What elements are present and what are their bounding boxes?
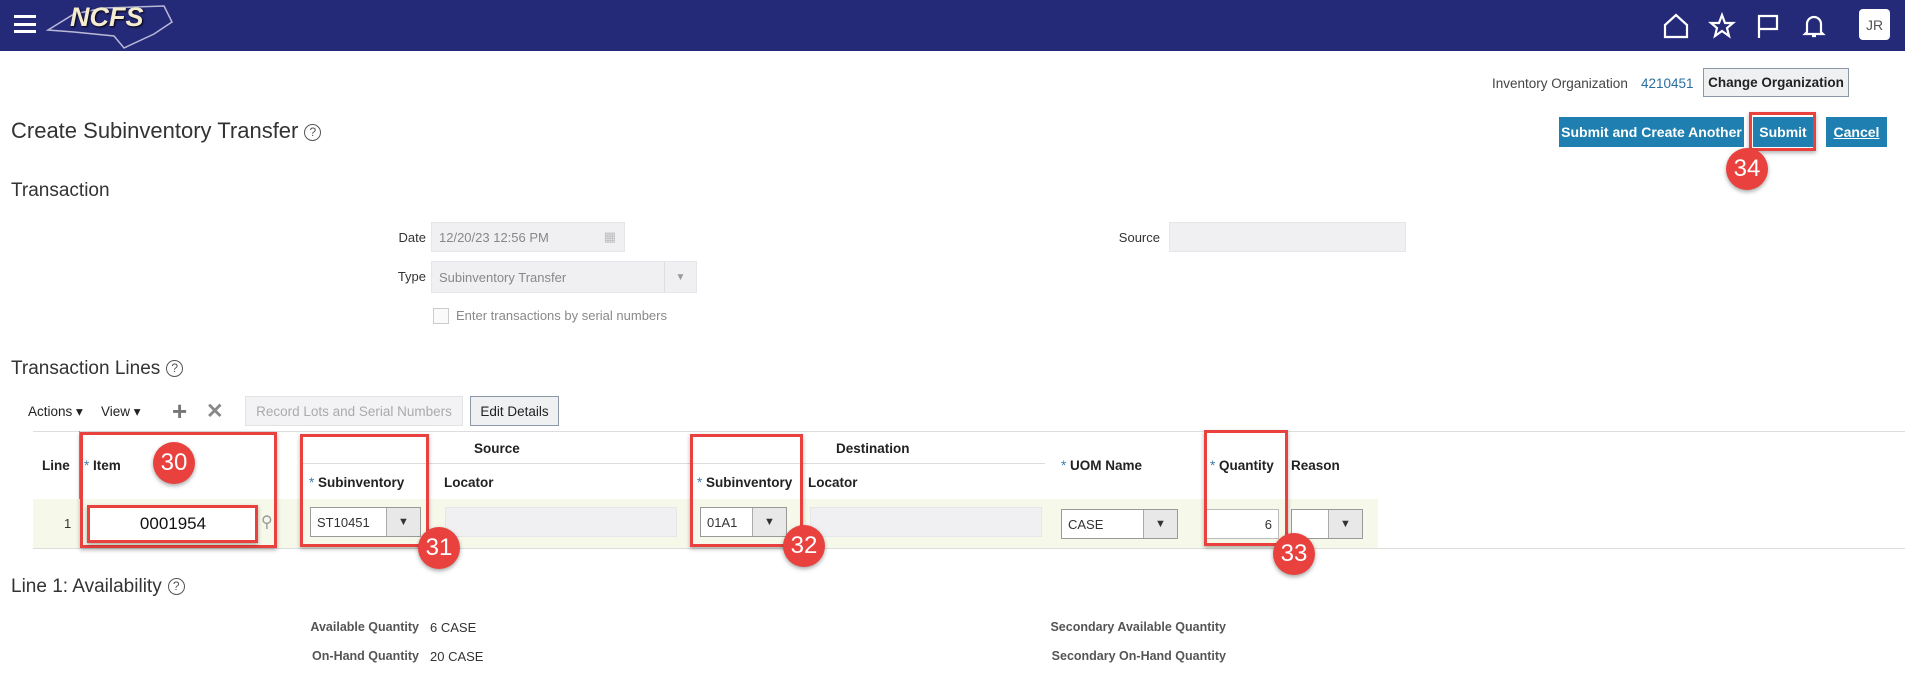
- inventory-org-value[interactable]: 4210451: [1641, 76, 1694, 91]
- change-organization-button[interactable]: Change Organization: [1703, 68, 1849, 97]
- highlight-quantity: [1204, 430, 1288, 546]
- uom-select[interactable]: CASE ▼: [1061, 509, 1178, 539]
- availability-heading: Line 1: Availability?: [11, 576, 185, 598]
- bell-icon[interactable]: [1800, 12, 1828, 40]
- callout-33: 33: [1273, 533, 1315, 575]
- callout-30: 30: [153, 442, 195, 484]
- record-lots-button[interactable]: Record Lots and Serial Numbers: [245, 396, 463, 426]
- ncfs-logo[interactable]: NCFS: [44, 2, 174, 50]
- star-icon[interactable]: [1708, 12, 1736, 40]
- col-group-source: Source: [474, 441, 520, 456]
- view-menu[interactable]: View ▾: [101, 404, 141, 420]
- highlight-source-subinventory: [300, 434, 429, 547]
- availability-heading-text: Line 1: Availability: [11, 576, 162, 597]
- available-quantity-label: Available Quantity: [310, 620, 419, 634]
- source-label: Source: [1118, 230, 1160, 245]
- col-dest-locator: Locator: [808, 475, 858, 490]
- type-label: Type: [397, 269, 426, 284]
- serial-checkbox-label: Enter transactions by serial numbers: [456, 308, 667, 323]
- serial-checkbox[interactable]: [433, 308, 449, 324]
- transaction-heading: Transaction: [11, 180, 110, 201]
- transaction-lines-heading: Transaction Lines?: [11, 358, 184, 380]
- col-source-locator: Locator: [444, 475, 494, 490]
- onhand-quantity-value: 20 CASE: [430, 649, 484, 664]
- value: CASE: [1068, 516, 1104, 532]
- page-title-text: Create Subinventory Transfer: [11, 118, 299, 143]
- highlight-dest-subinventory: [690, 434, 803, 547]
- home-icon[interactable]: [1662, 12, 1690, 40]
- help-icon[interactable]: ?: [167, 578, 185, 596]
- secondary-onhand-label: Secondary On-Hand Quantity: [1051, 649, 1226, 663]
- source-locator-input[interactable]: [445, 507, 677, 537]
- submit-and-create-another-button[interactable]: Submit and Create Another: [1559, 117, 1744, 147]
- calendar-icon[interactable]: ▦: [604, 229, 616, 245]
- add-row-icon[interactable]: +: [172, 396, 187, 427]
- logo-text: NCFS: [70, 2, 144, 32]
- top-header: NCFS JR: [0, 0, 1905, 51]
- inventory-org-label: Inventory Organization: [1492, 76, 1628, 91]
- type-select[interactable]: Subinventory Transfer ▼: [431, 261, 697, 293]
- date-label: Date: [398, 230, 426, 245]
- table-top-border: [33, 431, 1905, 432]
- onhand-quantity-label: On-Hand Quantity: [312, 649, 419, 663]
- highlight-item-input: [87, 505, 258, 543]
- cancel-button[interactable]: Cancel: [1826, 117, 1887, 147]
- page-title: Create Subinventory Transfer?: [11, 118, 322, 144]
- help-icon[interactable]: ?: [166, 360, 184, 378]
- col-line: Line: [42, 458, 70, 473]
- col-text: UOM Name: [1070, 458, 1143, 473]
- col-reason: Reason: [1291, 458, 1340, 473]
- dest-locator-input[interactable]: [810, 507, 1042, 537]
- chevron-down-icon: ▼: [664, 262, 696, 292]
- chevron-down-icon[interactable]: ▼: [1143, 510, 1177, 538]
- source-field[interactable]: [1169, 222, 1406, 252]
- row-line-number: 1: [64, 516, 72, 531]
- avatar[interactable]: JR: [1859, 9, 1890, 40]
- delete-row-icon[interactable]: ✕: [206, 399, 224, 424]
- edit-details-button[interactable]: Edit Details: [470, 396, 559, 426]
- callout-34: 34: [1726, 148, 1768, 190]
- menu-icon[interactable]: [14, 15, 36, 33]
- secondary-available-label: Secondary Available Quantity: [1050, 620, 1226, 634]
- chevron-down-icon[interactable]: ▼: [1328, 510, 1362, 538]
- col-uom: * UOM Name: [1061, 458, 1143, 473]
- table-bottom-border: [33, 548, 1905, 549]
- date-value: 12/20/23 12:56 PM: [439, 229, 549, 245]
- actions-menu[interactable]: Actions ▾: [28, 404, 83, 420]
- callout-31: 31: [418, 527, 460, 569]
- help-icon[interactable]: ?: [304, 123, 322, 141]
- highlight-submit: [1749, 112, 1816, 151]
- available-quantity-value: 6 CASE: [430, 620, 477, 635]
- transaction-lines-text: Transaction Lines: [11, 358, 161, 379]
- date-field[interactable]: 12/20/23 12:56 PM ▦: [431, 222, 625, 252]
- col-group-destination: Destination: [836, 441, 910, 456]
- flag-icon[interactable]: [1754, 12, 1782, 40]
- callout-32: 32: [783, 525, 825, 567]
- type-value: Subinventory Transfer: [439, 269, 567, 285]
